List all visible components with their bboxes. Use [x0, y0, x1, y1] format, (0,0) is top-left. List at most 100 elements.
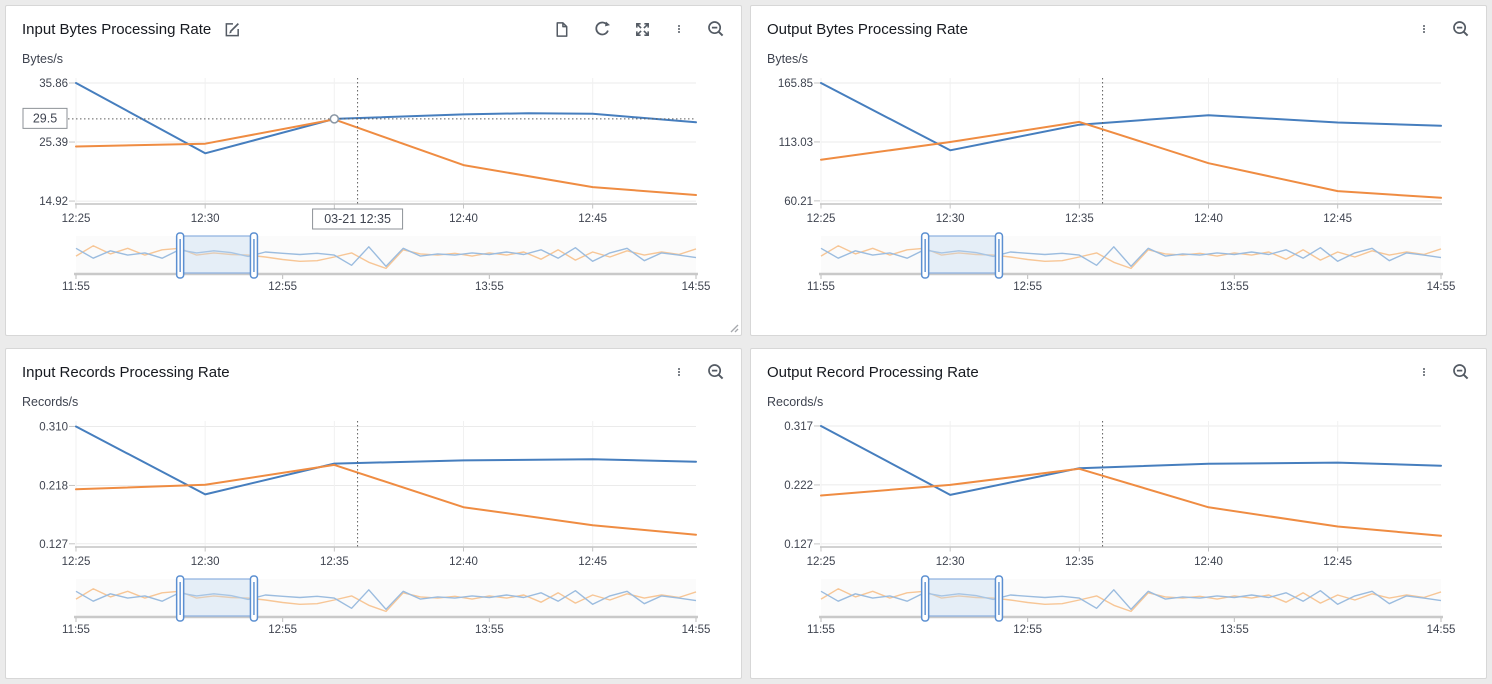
y-tick-label: 165.85 — [778, 78, 813, 90]
crosshair-x-tooltip-label: 03-21 12:35 — [324, 212, 391, 226]
panel-header: Output Bytes Processing Rate — [751, 6, 1486, 40]
expand-icon-glyph — [634, 21, 651, 38]
kebab-icon-glyph — [1419, 20, 1429, 38]
resize-handle-glyph — [728, 322, 739, 333]
zoom-out-icon[interactable] — [707, 20, 725, 38]
kebab-icon[interactable] — [1419, 363, 1429, 381]
panel-toolbar — [553, 20, 725, 38]
kebab-icon[interactable] — [674, 363, 684, 381]
overview-tick-label: 11:55 — [62, 624, 90, 636]
crosshair-y-tooltip-label: 29.5 — [33, 111, 57, 125]
y-tick-label: 60.21 — [784, 196, 813, 208]
brush-selection[interactable] — [925, 579, 999, 616]
x-tick-label: 12:30 — [936, 556, 965, 568]
overview-tick-label: 14:55 — [682, 281, 711, 293]
zoom-out-icon-glyph — [1452, 363, 1470, 381]
overview-tick-label: 13:55 — [1220, 624, 1249, 636]
overview-tick-label: 12:55 — [1013, 624, 1042, 636]
panel-header: Input Bytes Processing Rate — [6, 6, 741, 40]
plot-hover-area[interactable] — [76, 78, 696, 204]
x-tick-label: 12:45 — [578, 213, 607, 225]
plot-hover-area[interactable] — [821, 78, 1441, 204]
kebab-icon[interactable] — [1419, 20, 1429, 38]
x-tick-label: 12:40 — [1194, 556, 1223, 568]
chart-canvas: 0.3100.2180.12712:2512:3012:3512:4012:45… — [22, 413, 726, 643]
x-tick-label: 12:30 — [191, 556, 220, 568]
overview-tick-label: 11:55 — [62, 281, 90, 293]
plot-hover-area[interactable] — [76, 421, 696, 547]
y-tick-label: 0.317 — [784, 421, 813, 433]
brush-selection[interactable] — [180, 579, 254, 616]
y-tick-label: 0.222 — [784, 480, 813, 492]
x-tick-label: 12:25 — [807, 556, 836, 568]
overview-tick-label: 14:55 — [1427, 624, 1456, 636]
zoom-out-icon[interactable] — [1452, 363, 1470, 381]
panel-title-group: Output Bytes Processing Rate — [767, 21, 968, 38]
resize-handle[interactable] — [728, 322, 739, 333]
chart-canvas: 35.8625.3914.9212:2512:3012:3512:4012:45… — [22, 70, 726, 300]
overview-tick-label: 13:55 — [1220, 281, 1249, 293]
panel-toolbar — [674, 363, 725, 381]
refresh-icon-glyph — [593, 20, 611, 38]
chart-canvas: 165.85113.0360.2112:2512:3012:3512:4012:… — [767, 70, 1471, 300]
overview-tick-label: 12:55 — [268, 281, 297, 293]
file-icon[interactable] — [553, 20, 570, 38]
y-axis-unit-label: Bytes/s — [767, 52, 1486, 66]
panel-output-record-processing-rate: Output Record Processing Rate Records/s 0.… — [750, 348, 1487, 679]
y-tick-label: 25.39 — [39, 137, 68, 149]
x-tick-label: 12:45 — [578, 556, 607, 568]
x-tick-label: 12:35 — [320, 556, 349, 568]
zoom-out-icon[interactable] — [1452, 20, 1470, 38]
zoom-out-icon-glyph — [1452, 20, 1470, 38]
panel-title: Input Records Processing Rate — [22, 364, 230, 381]
file-icon-glyph — [553, 21, 570, 38]
x-tick-label: 12:40 — [1194, 213, 1223, 225]
dashboard-grid: Input Bytes Processing RateBytes/s35.862… — [0, 0, 1492, 684]
zoom-out-icon[interactable] — [707, 363, 725, 381]
plot-hover-area[interactable] — [821, 421, 1441, 547]
y-tick-label: 0.218 — [39, 480, 68, 492]
panel-title: Output Bytes Processing Rate — [767, 21, 968, 38]
y-tick-label: 113.03 — [779, 137, 813, 149]
panel-toolbar — [1419, 20, 1470, 38]
kebab-icon[interactable] — [674, 20, 684, 38]
x-tick-label: 12:45 — [1323, 556, 1352, 568]
panel-title-group: Input Bytes Processing Rate — [22, 20, 241, 38]
panel-toolbar — [1419, 363, 1470, 381]
panel-output-bytes-processing-rate: Output Bytes Processing Rate Bytes/s 165.8… — [750, 5, 1487, 336]
kebab-icon-glyph — [1419, 363, 1429, 381]
x-tick-label: 12:25 — [807, 213, 836, 225]
x-tick-label: 12:30 — [936, 213, 965, 225]
zoom-out-icon-glyph — [707, 363, 725, 381]
brush-selection[interactable] — [180, 236, 254, 273]
kebab-icon-glyph — [674, 20, 684, 38]
y-tick-label: 0.127 — [784, 539, 813, 551]
panel-input-records-processing-rate: Input Records Processing Rate Records/s 0.… — [5, 348, 742, 679]
overview-tick-label: 14:55 — [1427, 281, 1456, 293]
y-axis-unit-label: Records/s — [767, 395, 1486, 409]
panel-header: Input Records Processing Rate — [6, 349, 741, 383]
y-tick-label: 14.92 — [39, 196, 68, 208]
panel-header: Output Record Processing Rate — [751, 349, 1486, 383]
expand-icon[interactable] — [634, 20, 651, 38]
panel-input-bytes-processing-rate: Input Bytes Processing RateBytes/s35.862… — [5, 5, 742, 336]
y-axis-unit-label: Records/s — [22, 395, 741, 409]
panel-title-group: Input Records Processing Rate — [22, 364, 230, 381]
brush-selection[interactable] — [925, 236, 999, 273]
x-tick-label: 12:35 — [1065, 556, 1094, 568]
overview-tick-label: 12:55 — [1013, 281, 1042, 293]
refresh-icon[interactable] — [593, 20, 611, 38]
x-tick-label: 12:45 — [1323, 213, 1352, 225]
panel-title-group: Output Record Processing Rate — [767, 364, 979, 381]
x-tick-label: 12:25 — [62, 556, 91, 568]
overview-tick-label: 14:55 — [682, 624, 711, 636]
x-tick-label: 12:40 — [449, 213, 478, 225]
edit-icon-glyph — [224, 21, 241, 38]
zoom-out-icon-glyph — [707, 20, 725, 38]
overview-tick-label: 13:55 — [475, 624, 504, 636]
y-tick-label: 0.310 — [39, 421, 68, 433]
edit-icon[interactable] — [224, 20, 241, 38]
x-tick-label: 12:30 — [191, 213, 220, 225]
x-tick-label: 12:25 — [62, 213, 91, 225]
chart-canvas: 0.317 0.222 0.127 12:25 12:30 12:35 12:40 12:45… — [767, 413, 1471, 643]
